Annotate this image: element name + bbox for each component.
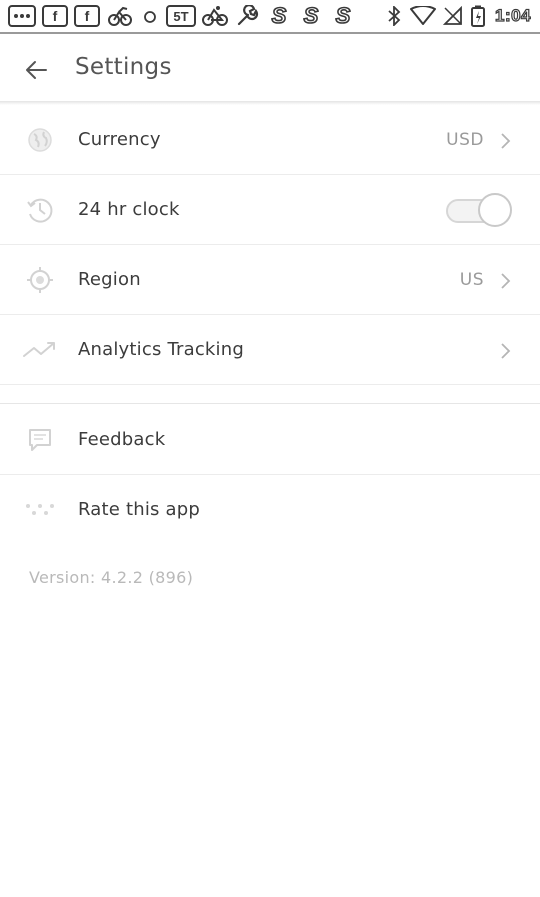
clock-toggle[interactable]: [446, 193, 512, 227]
cycle-icon: [200, 5, 230, 27]
region-value: US: [459, 270, 484, 290]
s-app-icon: S: [266, 3, 292, 28]
page-title: Settings: [75, 54, 172, 80]
feedback-label: Feedback: [78, 429, 166, 450]
s-app-icon: S: [298, 3, 324, 28]
location-target-icon: [22, 265, 58, 295]
clock-label: 24 hr clock: [78, 199, 180, 220]
s-letter: S: [335, 3, 351, 28]
trending-up-icon: [22, 335, 58, 365]
feedback-icon: [22, 425, 58, 455]
back-button[interactable]: [14, 48, 58, 92]
currency-label: Currency: [78, 129, 161, 150]
currency-value: USD: [446, 130, 484, 150]
settings-row-currency[interactable]: Currency USD: [0, 105, 540, 175]
battery-icon: [468, 5, 488, 27]
chevron-right-icon: [501, 273, 511, 289]
clock-history-icon: [22, 195, 58, 225]
s-app-icon: S: [330, 3, 356, 28]
settings-row-analytics[interactable]: Analytics Tracking: [0, 315, 540, 385]
analytics-label: Analytics Tracking: [78, 339, 244, 360]
app-bar: Settings: [0, 34, 540, 102]
bluetooth-icon: [384, 5, 404, 27]
settings-row-rate[interactable]: Rate this app: [0, 475, 540, 545]
badge-text: 5T: [173, 8, 189, 24]
stars-icon: [22, 495, 58, 525]
chevron-right-icon: [501, 343, 511, 359]
s-letter: S: [303, 3, 319, 28]
s-letter: S: [271, 3, 287, 28]
settings-row-feedback[interactable]: Feedback: [0, 405, 540, 475]
wifi-icon: [408, 5, 438, 27]
section-divider: [0, 384, 540, 404]
settings-row-24hr-clock: 24 hr clock: [0, 175, 540, 245]
clock-time: 1:04: [494, 5, 532, 25]
toggle-knob: [478, 193, 512, 227]
chevron-right-icon: [501, 133, 511, 149]
region-label: Region: [78, 269, 141, 290]
status-bar: f f 5T S S S 1:04: [0, 0, 540, 34]
arrow-left-icon: [26, 61, 47, 79]
facebook-icon: f: [74, 5, 100, 27]
facebook-letter: f: [84, 8, 90, 24]
bike-icon: [106, 5, 134, 27]
strava-icon: 5T: [166, 5, 196, 27]
circle-icon: [140, 5, 160, 27]
settings-row-region[interactable]: Region US: [0, 245, 540, 315]
settings-screen: f f 5T S S S 1:04 Settings Currency USD …: [0, 0, 540, 897]
facebook-letter: f: [52, 8, 58, 24]
rate-label: Rate this app: [78, 499, 201, 520]
chat-bubble-icon: [8, 5, 36, 27]
signal-icon: [442, 5, 464, 27]
globe-icon: [22, 125, 58, 155]
version-text: Version: 4.2.2 (896): [29, 568, 194, 587]
wrench-icon: [234, 5, 262, 27]
facebook-icon: f: [42, 5, 68, 27]
